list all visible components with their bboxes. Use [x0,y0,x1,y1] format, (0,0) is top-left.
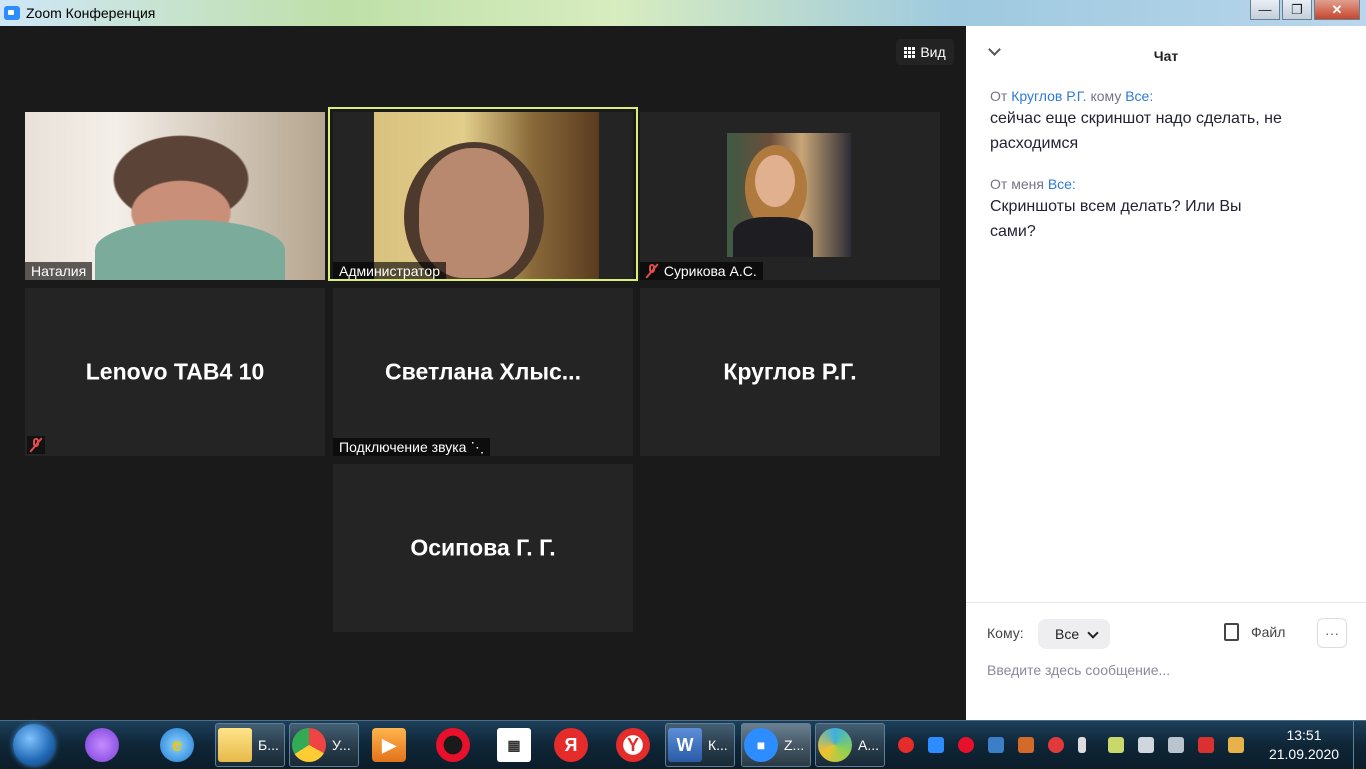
window-controls: — ❐ ✕ [1248,0,1360,20]
taskbar-item-zoom[interactable]: ■ Z... [741,723,811,767]
participant-tile-active[interactable]: Администратор [333,112,633,280]
participant-tile[interactable]: Lenovo TAB4 10 [25,288,325,456]
media-player-icon[interactable]: ▶ [370,723,406,767]
message-input[interactable] [987,659,1327,681]
window-title: Zoom Конференция [26,5,156,21]
participant-tile[interactable]: Светлана Хлыс... Подключение звука ⋱ [333,288,633,456]
taskbar: e Б... У... ▶ ▦ Я Y W К... ■ Z... А... 1… [0,720,1366,769]
signal-icon[interactable] [1168,737,1184,753]
calendar-icon[interactable]: ▦ [495,723,531,767]
muted-badge [27,436,45,454]
participant-tile[interactable]: Сурикова А.С. [640,112,940,280]
action-center-icon[interactable] [1228,737,1244,753]
close-button[interactable]: ✕ [1314,0,1360,20]
participant-name: Сурикова А.С. [663,263,757,279]
connecting-dots-icon: ⋱ [470,439,485,455]
settings-tray-icon[interactable] [988,737,1004,753]
chat-title: Чат [1153,48,1179,64]
participant-tile[interactable]: Осипова Г. Г. [333,464,633,632]
start-button[interactable] [13,724,55,766]
file-button[interactable]: Файл [1224,623,1285,641]
system-tray [890,721,1260,769]
yandex-icon[interactable]: Я [552,723,588,767]
clock-time: 13:51 [1286,727,1322,743]
participant-name: Наталия [25,262,93,280]
message-text: сейчас еще скриншот надо сделать, не рас… [990,110,1282,152]
participant-tile[interactable]: Круглов Р.Г. [640,288,940,456]
sender-link[interactable]: Круглов Р.Г. [1011,88,1086,104]
audio-connecting-status: Подключение звука ⋱ [333,438,491,456]
internet-explorer-icon[interactable]: e [158,723,194,767]
show-desktop-button[interactable] [1353,721,1366,769]
book-tray-icon[interactable] [1018,737,1034,753]
video-gallery: Вид Наталия Администратор Сурикова А.С. … [0,26,966,720]
participant-name: Светлана Хлыс... [385,358,581,385]
recipient-link[interactable]: Все: [1048,176,1076,192]
participant-video [25,112,325,280]
opera-icon[interactable] [434,723,470,767]
participant-video [374,112,599,280]
chat-header: Чат [966,26,1366,82]
alice-icon[interactable] [83,723,119,767]
participant-tile[interactable]: Наталия [25,112,325,280]
grid-view-icon [904,46,916,58]
title-bar: Zoom Конференция — ❐ ✕ [0,0,1366,26]
taskbar-item[interactable]: У... [289,723,359,767]
participant-video [727,133,851,257]
battery-icon[interactable] [1078,737,1086,753]
recipient-select[interactable]: Все [1038,619,1110,649]
participant-name: Администратор [333,262,447,280]
minimize-button[interactable]: — [1250,0,1280,20]
message-text: Скриншоты всем делать? Или Вы сами? [990,198,1242,240]
clock-date: 21.09.2020 [1268,746,1340,762]
participant-name: Lenovo TAB4 10 [85,358,265,385]
network-tray-icon[interactable] [1108,737,1124,753]
view-button[interactable]: Вид [896,39,954,65]
taskbar-item[interactable]: Б... [215,723,285,767]
muted-mic-icon [28,437,44,453]
yandex-browser-icon[interactable]: Y [614,723,650,767]
chevron-down-icon [1087,627,1099,639]
status-text: Подключение звука [339,439,467,455]
muted-mic-icon [644,263,660,279]
message-meta: От меня Все: [990,176,1076,192]
recipient-link[interactable]: Все: [1125,88,1153,104]
participant-name: Осипова Г. Г. [410,534,556,561]
chat-message: От Круглов Р.Г. кому Все: сейчас еще скр… [990,88,1320,156]
message-meta: От Круглов Р.Г. кому Все: [990,88,1154,104]
taskbar-item[interactable]: А... [815,723,885,767]
taskbar-item[interactable]: W К... [665,723,735,767]
more-options-button[interactable]: ··· [1317,618,1347,648]
yandex-tray-icon[interactable] [898,737,914,753]
maximize-button[interactable]: ❐ [1282,0,1312,20]
file-icon [1224,623,1239,641]
flag-icon[interactable] [1198,737,1214,753]
opera-tray-icon[interactable] [958,737,974,753]
volume-icon[interactable] [1138,737,1154,753]
participant-name: Круглов Р.Г. [723,358,857,385]
to-label: Кому: [987,625,1024,641]
chat-message: От меня Все: Скриншоты всем делать? Или … [990,176,1290,244]
chat-panel: Чат От Круглов Р.Г. кому Все: сейчас еще… [966,26,1366,720]
participant-nameplate: Сурикова А.С. [640,262,763,280]
chat-compose: Кому: Все Файл ··· [966,602,1366,721]
view-button-label: Вид [920,44,946,60]
zoom-app-icon [4,6,20,20]
clock[interactable]: 13:51 21.09.2020 [1262,726,1346,764]
antivirus-tray-icon[interactable] [1048,737,1064,753]
zoom-tray-icon[interactable] [928,737,944,753]
